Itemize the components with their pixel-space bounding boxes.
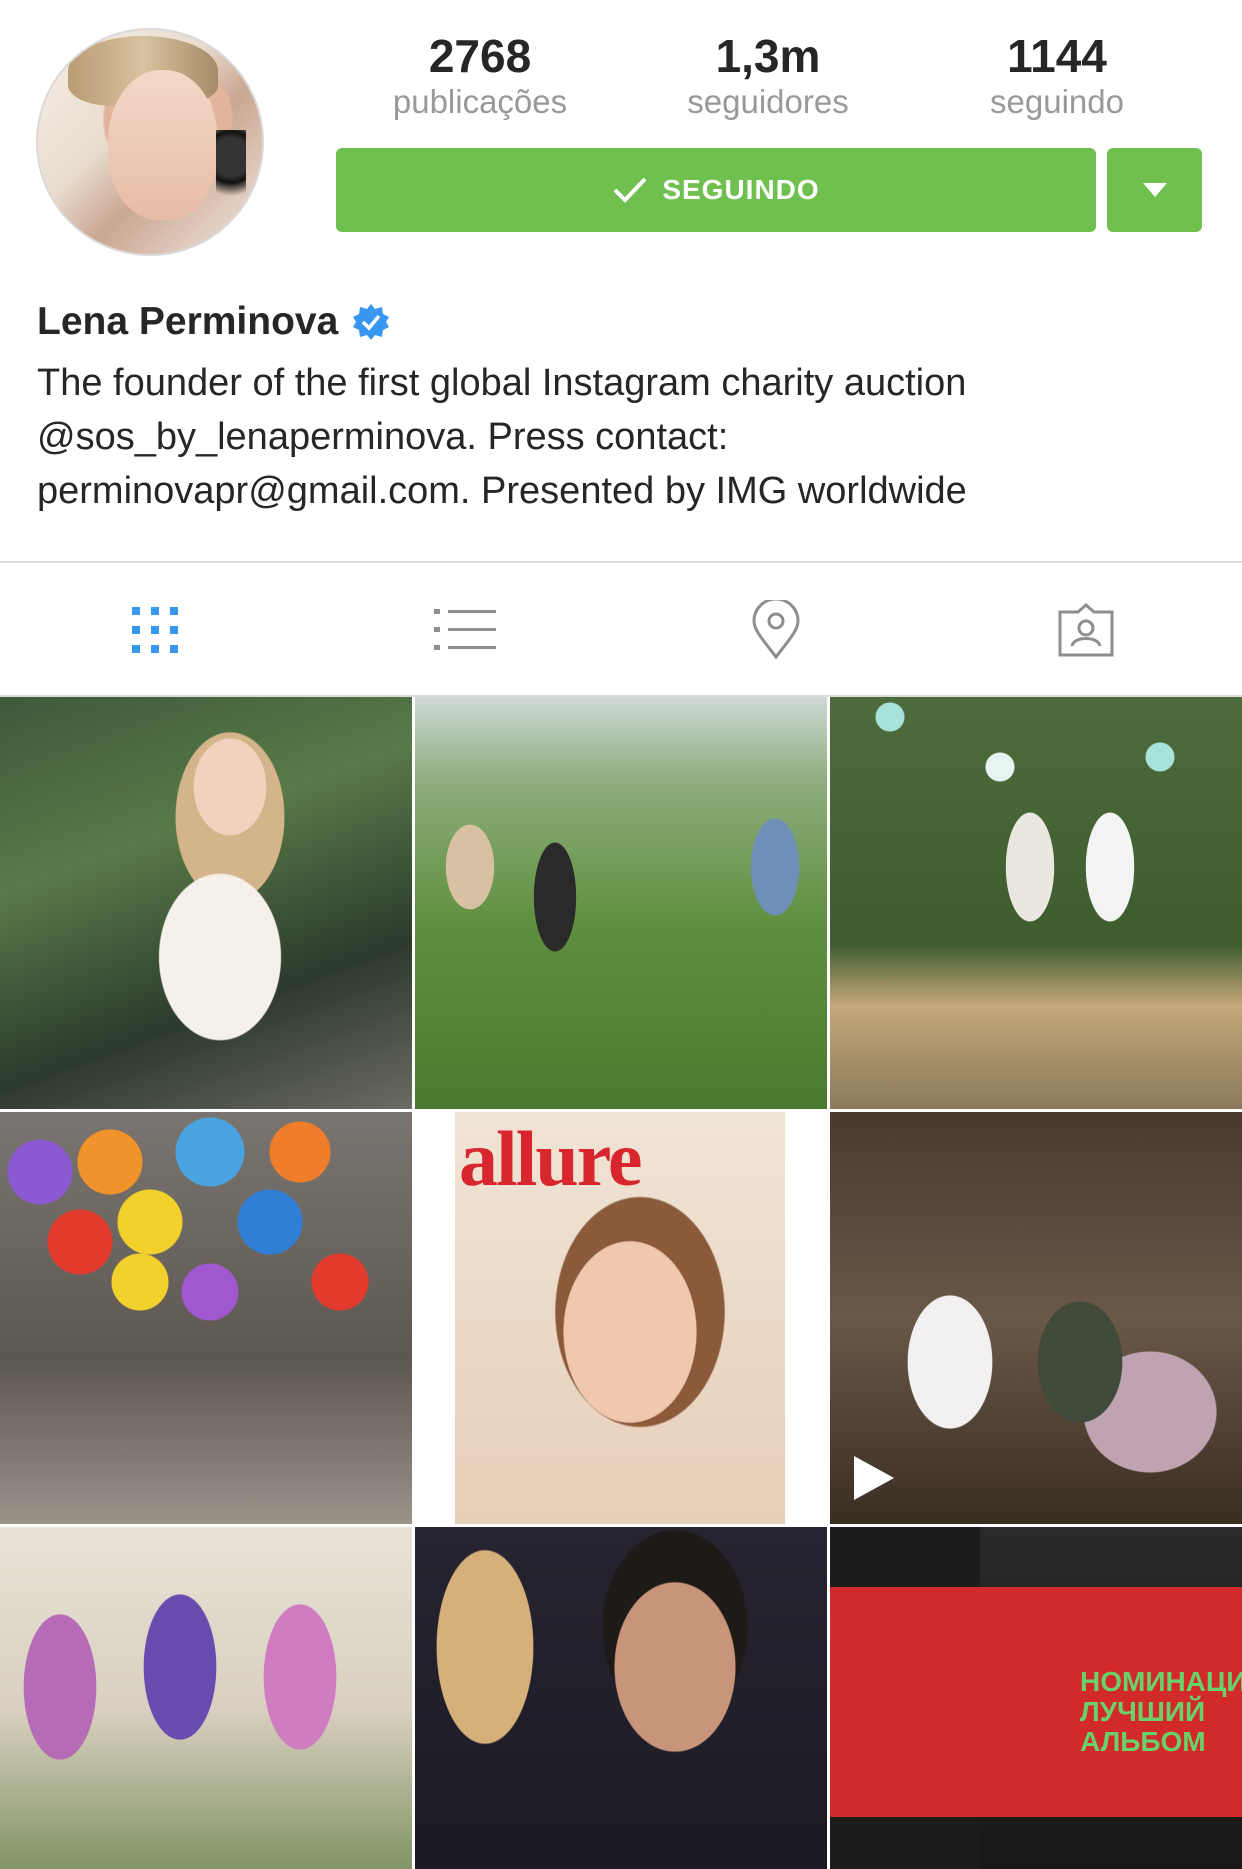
list-icon <box>434 609 496 650</box>
followers-count-stat[interactable]: 1,3m seguidores <box>638 30 898 122</box>
avatar-face <box>108 70 218 220</box>
tab-list-view[interactable] <box>425 598 505 662</box>
following-count: 1144 <box>1007 30 1107 82</box>
location-pin-icon <box>752 600 800 660</box>
checkmark-icon <box>613 177 647 203</box>
triangle-down-icon <box>1142 183 1167 197</box>
bio-line: The founder of the first global Instagra… <box>37 362 967 404</box>
suggestions-dropdown-button[interactable] <box>1107 148 1202 232</box>
verified-badge-icon <box>352 303 390 341</box>
bio-line[interactable]: @sos_by_lenaperminova. Press contact: <box>37 410 1207 464</box>
grid-icon <box>132 607 178 653</box>
stage-screen-text: НОМИНАЦИЯ ЛУЧШИЙ АЛЬБОМ <box>1080 1666 1242 1757</box>
profile-name-row: Lena Perminova <box>37 296 390 348</box>
posts-count-stat[interactable]: 2768 publicações <box>350 30 610 122</box>
profile-bio: The founder of the first global Instagra… <box>37 356 1207 518</box>
post-thumbnail[interactable] <box>830 697 1242 1109</box>
profile-name: Lena Perminova <box>37 300 339 343</box>
posts-count-label: publicações <box>392 83 568 120</box>
post-thumbnail[interactable]: allure <box>415 1112 827 1524</box>
profile-page: 2768 publicações 1,3m seguidores 1144 se… <box>0 0 1242 1869</box>
tab-location[interactable] <box>736 598 816 662</box>
tagged-photos-icon <box>1058 603 1114 657</box>
video-play-icon <box>854 1456 894 1500</box>
following-count-label: seguindo <box>990 83 1124 120</box>
post-thumbnail[interactable] <box>0 697 412 1109</box>
magazine-title: allure <box>459 1115 643 1202</box>
post-thumbnail-video[interactable] <box>830 1112 1242 1524</box>
post-thumbnail[interactable] <box>0 1527 412 1869</box>
post-thumbnail[interactable] <box>415 1527 827 1869</box>
bio-line[interactable]: perminovapr@gmail.com. Presented by IMG … <box>37 464 1207 518</box>
following-count-stat[interactable]: 1144 seguindo <box>927 30 1187 122</box>
posts-count: 2768 <box>428 30 532 82</box>
tab-grid-view[interactable] <box>115 598 195 662</box>
avatar-earring <box>216 130 246 220</box>
followers-count-label: seguidores <box>687 83 849 120</box>
post-thumbnail[interactable] <box>415 697 827 1109</box>
tab-tagged-photos[interactable] <box>1046 598 1126 662</box>
followers-count: 1,3m <box>715 30 821 82</box>
following-button-label: SEGUINDO <box>662 174 820 205</box>
post-thumbnail[interactable]: НОМИНАЦИЯ ЛУЧШИЙ АЛЬБОМ <box>830 1527 1242 1869</box>
divider <box>0 561 1242 563</box>
post-thumbnail[interactable] <box>0 1112 412 1524</box>
following-button[interactable]: SEGUINDO <box>336 148 1096 232</box>
profile-avatar[interactable] <box>36 28 264 256</box>
